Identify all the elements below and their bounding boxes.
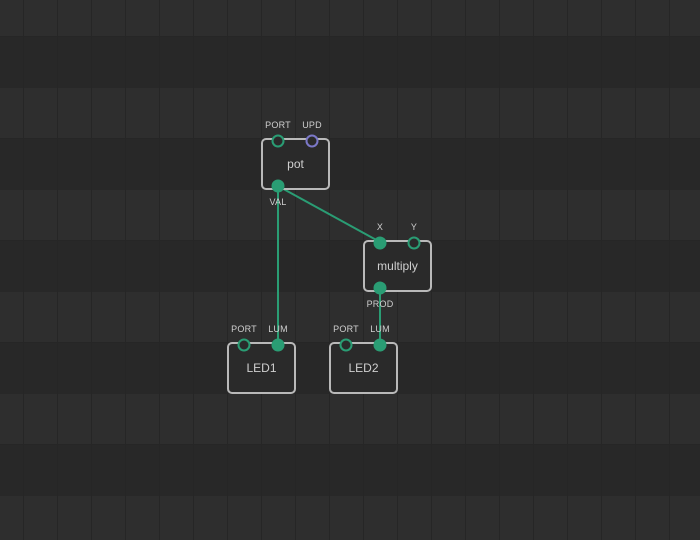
- pin-label-led1-port: PORT: [231, 324, 257, 334]
- patch-canvas[interactable]: pot PORT UPD VAL multiply X Y PROD LED1 …: [0, 0, 700, 540]
- pin-label-pot-upd: UPD: [302, 120, 322, 130]
- links-layer: [277, 185, 381, 345]
- pin-multiply-x[interactable]: [373, 236, 387, 250]
- pin-pot-upd[interactable]: [305, 134, 319, 148]
- pin-label-pot-val: VAL: [269, 197, 287, 207]
- pin-label-multiply-prod: PROD: [366, 299, 394, 309]
- node-multiply-title: multiply: [377, 259, 418, 273]
- pin-led1-lum[interactable]: [271, 338, 285, 352]
- pin-label-pot-port: PORT: [265, 120, 291, 130]
- pin-label-led2-lum: LUM: [370, 324, 390, 334]
- node-led1-title: LED1: [246, 361, 277, 375]
- pin-led1-port[interactable]: [237, 338, 251, 352]
- link-pot-val-to-multiply-x[interactable]: [277, 185, 381, 243]
- pin-pot-port[interactable]: [271, 134, 285, 148]
- pin-label-led2-port: PORT: [333, 324, 359, 334]
- pin-multiply-prod[interactable]: [373, 281, 387, 295]
- node-led1[interactable]: LED1: [227, 342, 296, 394]
- node-led2[interactable]: LED2: [329, 342, 398, 394]
- pin-multiply-y[interactable]: [407, 236, 421, 250]
- pin-label-led1-lum: LUM: [268, 324, 288, 334]
- pin-pot-val[interactable]: [271, 179, 285, 193]
- pin-label-multiply-y: Y: [410, 222, 418, 232]
- pin-led2-lum[interactable]: [373, 338, 387, 352]
- node-led2-title: LED2: [348, 361, 379, 375]
- pin-led2-port[interactable]: [339, 338, 353, 352]
- pin-label-multiply-x: X: [376, 222, 384, 232]
- node-pot-title: pot: [287, 157, 304, 171]
